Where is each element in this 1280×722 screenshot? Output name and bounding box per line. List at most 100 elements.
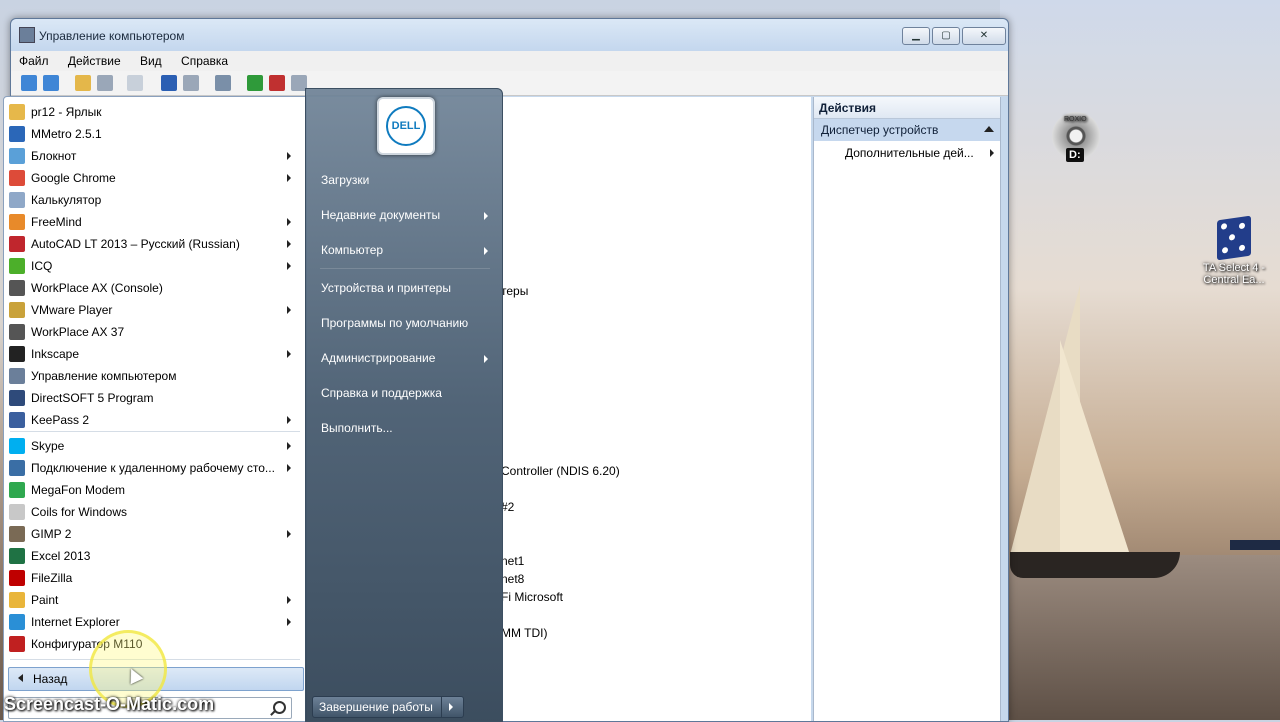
program-item[interactable]: Калькулятор: [4, 189, 304, 211]
directsoft-icon: [9, 390, 25, 406]
menu-view[interactable]: Вид: [132, 51, 170, 68]
program-label: Подключение к удаленному рабочему сто...: [31, 461, 275, 475]
icq-icon: [9, 258, 25, 274]
program-item[interactable]: Paint: [4, 589, 304, 611]
start-link[interactable]: Выполнить...: [321, 421, 393, 435]
program-label: pr12 - Ярлык: [31, 105, 102, 119]
device-text[interactable]: #2: [501, 500, 514, 514]
program-item[interactable]: MegaFon Modem: [4, 479, 304, 501]
program-item[interactable]: Управление компьютером: [4, 365, 304, 387]
dice-icon: [1217, 215, 1251, 261]
inkscape-icon: [9, 346, 25, 362]
title-bar[interactable]: Управление компьютером ▁ ▢ ✕: [11, 19, 1008, 51]
start-link[interactable]: Справка и поддержка: [321, 386, 442, 400]
device-text[interactable]: Fi Microsoft: [501, 590, 563, 604]
program-item[interactable]: FileZilla: [4, 567, 304, 589]
start-link[interactable]: Недавние документы: [321, 208, 440, 222]
program-label: MMetro 2.5.1: [31, 127, 102, 141]
separator: [320, 268, 490, 269]
watermark: Screencast-O-Matic.com: [4, 694, 215, 714]
program-label: FreeMind: [31, 215, 82, 229]
program-label: DirectSOFT 5 Program: [31, 391, 154, 405]
device-text[interactable]: MM TDI): [501, 626, 547, 640]
program-item[interactable]: AutoCAD LT 2013 – Русский (Russian): [4, 233, 304, 255]
chevron-right-icon: [287, 416, 291, 424]
wallpaper-sail-2: [1060, 340, 1130, 555]
workplace-ax-icon: [9, 324, 25, 340]
program-item[interactable]: Coils for Windows: [4, 501, 304, 523]
start-menu: pr12 - Ярлык MMetro 2.5.1 Блокнот Google Ch…: [0, 88, 503, 722]
user-picture[interactable]: DELL: [377, 97, 435, 155]
collapse-icon[interactable]: [984, 126, 994, 132]
program-label: Paint: [31, 593, 59, 607]
configurator-icon: [9, 636, 25, 652]
vmware-icon: [9, 302, 25, 318]
ta-select-shortcut[interactable]: TA Select 4 - Central Ea...: [1196, 215, 1272, 286]
start-link[interactable]: Администрирование: [321, 351, 435, 365]
start-link[interactable]: Компьютер: [321, 243, 383, 257]
roxio-drive-shortcut[interactable]: ROXIO D:: [1050, 112, 1102, 162]
start-link[interactable]: Загрузки: [321, 173, 369, 187]
chevron-right-icon: [484, 355, 488, 363]
wallpaper-boat: [1010, 552, 1180, 578]
program-label: GIMP 2: [31, 527, 72, 541]
remote-desktop-icon: [9, 460, 25, 476]
wallpaper-sea: [1000, 555, 1280, 720]
menu-bar: Файл Действие Вид Справка: [11, 51, 1008, 71]
chevron-right-icon: [287, 218, 291, 226]
shutdown-button[interactable]: Завершение работы: [312, 696, 464, 718]
program-item[interactable]: GIMP 2: [4, 523, 304, 545]
menu-action[interactable]: Действие: [60, 51, 129, 68]
program-item[interactable]: Блокнот: [4, 145, 304, 167]
drive-letter: D:: [1066, 148, 1084, 162]
programs-pane: pr12 - Ярлык MMetro 2.5.1 Блокнот Google Ch…: [3, 96, 307, 722]
program-item[interactable]: FreeMind: [4, 211, 304, 233]
menu-file[interactable]: Файл: [11, 51, 57, 68]
actions-section[interactable]: Диспетчер устройств: [814, 119, 1000, 141]
program-item[interactable]: Internet Explorer: [4, 611, 304, 633]
program-item[interactable]: WorkPlace AX (Console): [4, 277, 304, 299]
program-item[interactable]: WorkPlace AX 37: [4, 321, 304, 343]
program-item[interactable]: Excel 2013: [4, 545, 304, 567]
shutdown-label: Завершение работы: [319, 700, 433, 714]
program-item[interactable]: KeePass 2: [4, 409, 304, 431]
program-item[interactable]: ICQ: [4, 255, 304, 277]
program-label: Inkscape: [31, 347, 80, 361]
more-actions-item[interactable]: Дополнительные дей...: [814, 141, 1000, 163]
chevron-right-icon: [484, 247, 488, 255]
shutdown-options-arrow-icon[interactable]: [449, 703, 453, 711]
program-item[interactable]: Подключение к удаленному рабочему сто...: [4, 457, 304, 479]
wallpaper-boat-2: [1230, 540, 1280, 550]
chevron-right-icon: [287, 350, 291, 358]
start-link[interactable]: Устройства и принтеры: [321, 281, 451, 295]
computer-management-icon: [19, 27, 35, 43]
menu-help[interactable]: Справка: [173, 51, 236, 68]
megafon-icon: [9, 482, 25, 498]
program-label: Блокнот: [31, 149, 77, 163]
excel-icon: [9, 548, 25, 564]
program-item[interactable]: VMware Player: [4, 299, 304, 321]
minimize-button[interactable]: ▁: [902, 27, 930, 45]
device-text[interactable]: Controller (NDIS 6.20): [501, 464, 620, 478]
gimp-icon: [9, 526, 25, 542]
program-item[interactable]: DirectSOFT 5 Program: [4, 387, 304, 409]
program-item[interactable]: Inkscape: [4, 343, 304, 365]
program-label: Skype: [31, 439, 65, 453]
program-item[interactable]: MMetro 2.5.1: [4, 123, 304, 145]
program-label: Coils for Windows: [31, 505, 128, 519]
start-link[interactable]: Программы по умолчанию: [321, 316, 468, 330]
paint-icon: [9, 592, 25, 608]
search-icon[interactable]: [273, 701, 286, 714]
device-text[interactable]: net1: [501, 554, 524, 568]
chevron-right-icon: [287, 262, 291, 270]
device-text[interactable]: теры: [501, 284, 528, 298]
device-text[interactable]: net8: [501, 572, 524, 586]
maximize-button[interactable]: ▢: [932, 27, 960, 45]
close-button[interactable]: ✕: [962, 27, 1006, 45]
program-item[interactable]: Skype: [4, 435, 304, 457]
window-title: Управление компьютером: [39, 29, 185, 43]
program-item[interactable]: Google Chrome: [4, 167, 304, 189]
program-item[interactable]: pr12 - Ярлык: [4, 101, 304, 123]
skype-icon: [9, 438, 25, 454]
chevron-right-icon: [287, 152, 291, 160]
